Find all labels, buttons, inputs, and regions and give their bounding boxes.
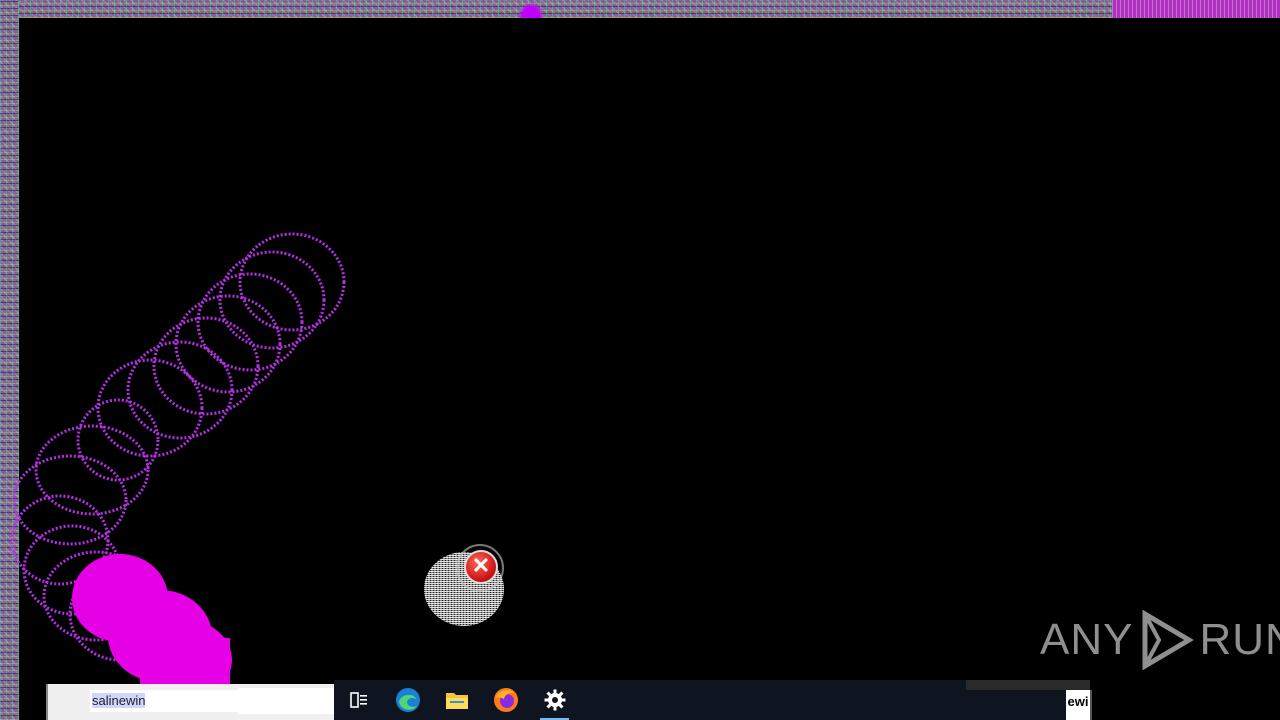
settings-button[interactable] bbox=[530, 680, 579, 720]
watermark-text-right: RUN bbox=[1199, 615, 1280, 664]
taskbar-glitch-strip bbox=[966, 680, 1090, 690]
play-triangle-icon bbox=[1142, 610, 1195, 670]
edge-icon bbox=[395, 688, 420, 712]
taskbar-search-area: salinewin bbox=[46, 684, 336, 720]
task-view-icon bbox=[349, 692, 367, 708]
edge-button[interactable] bbox=[383, 680, 432, 720]
gear-icon bbox=[544, 689, 565, 711]
task-view-button[interactable] bbox=[334, 680, 383, 720]
firefox-button[interactable] bbox=[481, 680, 530, 720]
tray-fragment: ewi bbox=[1066, 690, 1092, 720]
search-field[interactable]: salinewin bbox=[90, 690, 240, 712]
taskbar bbox=[334, 680, 1066, 720]
error-x-icon: ✕ bbox=[456, 544, 504, 592]
search-field-overflow bbox=[238, 688, 336, 714]
firefox-icon bbox=[493, 688, 518, 712]
anyrun-watermark: ANY RUN bbox=[1040, 606, 1280, 674]
watermark-text-left: ANY bbox=[1040, 615, 1134, 664]
folder-icon bbox=[445, 693, 468, 709]
file-explorer-button[interactable] bbox=[432, 680, 481, 720]
